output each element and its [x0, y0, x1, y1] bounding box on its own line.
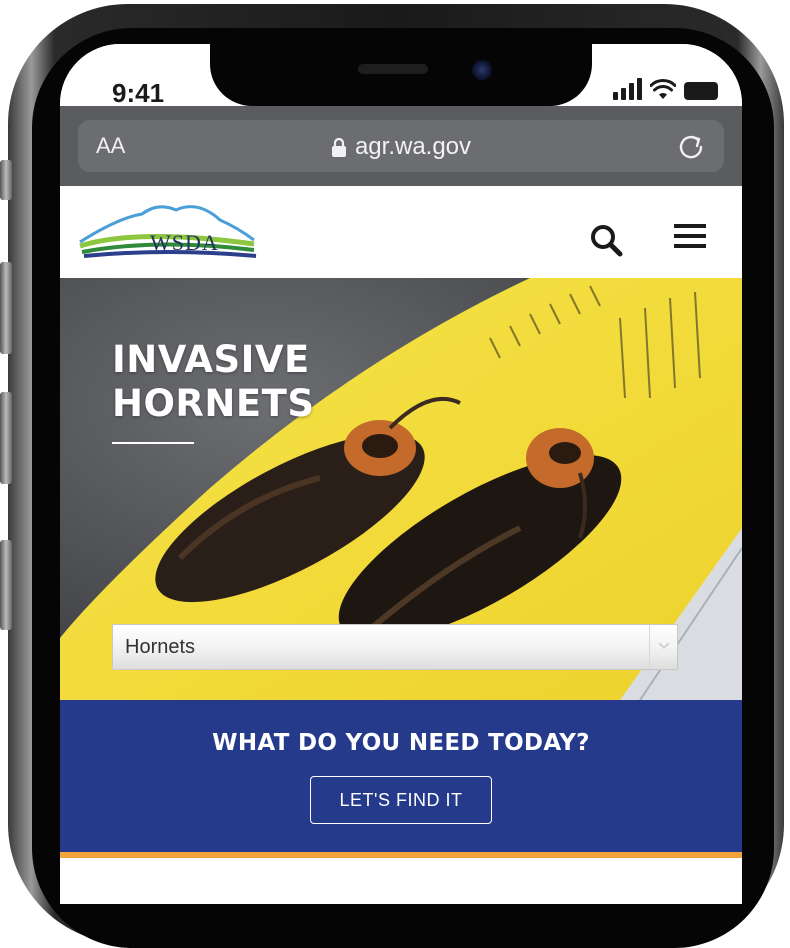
status-icons — [613, 78, 718, 100]
hero-title: INVASIVE HORNETS — [112, 338, 315, 426]
volume-up-button — [0, 262, 12, 354]
browser-toolbar: AA agr.wa.gov — [60, 106, 742, 186]
speaker-grille — [358, 64, 428, 74]
hero-title-line1: INVASIVE — [112, 338, 310, 381]
wifi-icon — [650, 79, 676, 99]
reload-icon[interactable] — [676, 131, 706, 161]
chevron-down-icon — [658, 642, 670, 650]
volume-down-button — [0, 392, 12, 484]
hero-divider — [112, 442, 194, 444]
hero-title-line2: HORNETS — [112, 382, 315, 425]
address-bar[interactable]: AA agr.wa.gov — [78, 120, 724, 172]
hero-banner: INVASIVE HORNETS Hornets — [60, 278, 742, 700]
side-button — [0, 540, 12, 630]
lock-icon — [331, 137, 346, 157]
topic-select-value: Hornets — [125, 636, 196, 658]
below-fold-content — [60, 858, 742, 904]
notch — [210, 44, 592, 106]
mute-switch — [0, 160, 12, 200]
topic-select-toggle[interactable] — [649, 625, 677, 669]
status-time: 9:41 — [112, 78, 165, 108]
cellular-signal-icon — [613, 78, 642, 100]
hamburger-menu-icon[interactable] — [672, 222, 708, 250]
cta-heading: WHAT DO YOU NEED TODAY? — [212, 730, 590, 756]
logo-text: WSDA — [150, 230, 219, 255]
cta-band: WHAT DO YOU NEED TODAY? LET'S FIND IT — [60, 700, 742, 852]
url-text: agr.wa.gov — [354, 133, 472, 160]
url-display[interactable]: agr.wa.gov — [78, 133, 724, 161]
lets-find-it-button[interactable]: LET'S FIND IT — [310, 776, 492, 824]
status-bar: 9:41 — [60, 44, 742, 108]
search-icon[interactable] — [588, 222, 624, 258]
front-camera-icon — [472, 60, 492, 80]
battery-icon — [684, 82, 718, 100]
wsda-logo[interactable]: WSDA — [78, 198, 258, 266]
phone-screen: 9:41 AA agr.wa.gov WSDA INVASIVE HORNETS… — [60, 44, 742, 904]
topic-select[interactable]: Hornets — [112, 624, 678, 670]
site-header: WSDA — [60, 186, 742, 278]
